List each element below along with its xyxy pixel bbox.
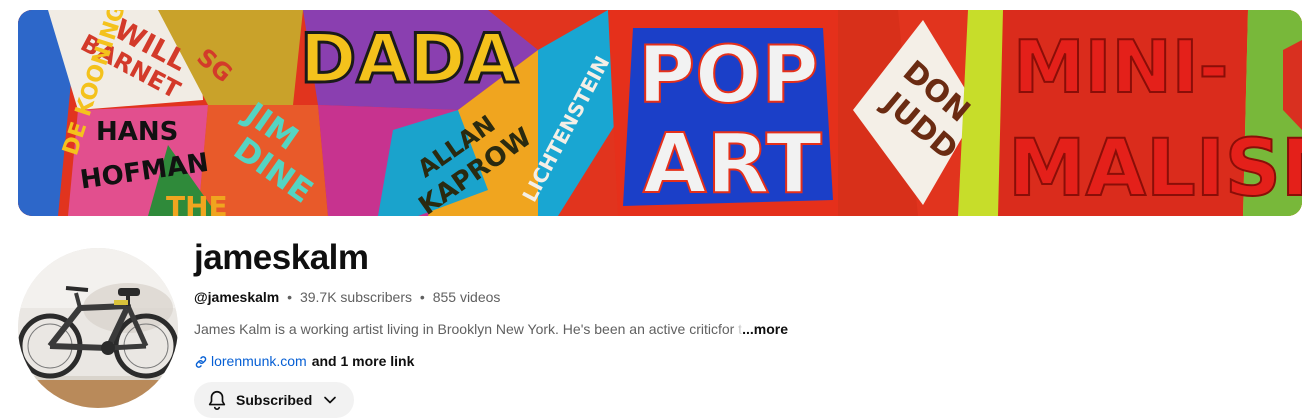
banner-artwork: DADA POP ART DON JUDD MINI- MALISM WILL … xyxy=(18,10,1302,216)
video-count: 855 videos xyxy=(432,289,501,305)
channel-description[interactable]: James Kalm is a working artist living in… xyxy=(194,319,1284,339)
meta-separator: • xyxy=(287,289,293,305)
avatar-bicycle-image xyxy=(18,248,178,408)
link-icon xyxy=(194,354,208,368)
banner-word-the: THE xyxy=(166,190,228,216)
channel-handle[interactable]: @jameskalm xyxy=(194,289,279,305)
banner-word-pop: POP xyxy=(638,31,819,121)
banner-word-malism: MALISM xyxy=(1008,124,1302,214)
channel-banner: DADA POP ART DON JUDD MINI- MALISM WILL … xyxy=(18,10,1302,216)
more-links-button[interactable]: and 1 more link xyxy=(312,351,415,371)
subscriber-count: 39.7K subscribers xyxy=(299,289,413,305)
description-more-button[interactable]: ...more xyxy=(742,321,788,337)
channel-links: lorenmunk.com and 1 more link xyxy=(194,351,1284,371)
subscribed-button[interactable]: Subscribed xyxy=(194,382,355,418)
channel-name: jameskalm xyxy=(194,238,369,277)
channel-link[interactable]: lorenmunk.com xyxy=(211,351,307,371)
channel-meta: @jameskalm • 39.7K subscribers • 855 vid… xyxy=(194,287,1284,307)
description-text: James Kalm is a working artist living in… xyxy=(194,321,718,337)
bell-icon xyxy=(206,389,228,411)
banner-word-art: ART xyxy=(643,117,822,212)
banner-word-hans: HANS xyxy=(96,117,178,147)
description-fade-text: for t xyxy=(718,321,743,337)
channel-avatar[interactable] xyxy=(18,248,178,408)
banner-word-mini: MINI- xyxy=(1013,25,1228,109)
subscribed-label: Subscribed xyxy=(236,392,313,408)
channel-info: jameskalm @jameskalm • 39.7K subscribers… xyxy=(194,236,1284,418)
banner-word-dada: DADA xyxy=(300,20,519,99)
meta-separator: • xyxy=(419,289,425,305)
chevron-down-icon xyxy=(320,390,340,410)
